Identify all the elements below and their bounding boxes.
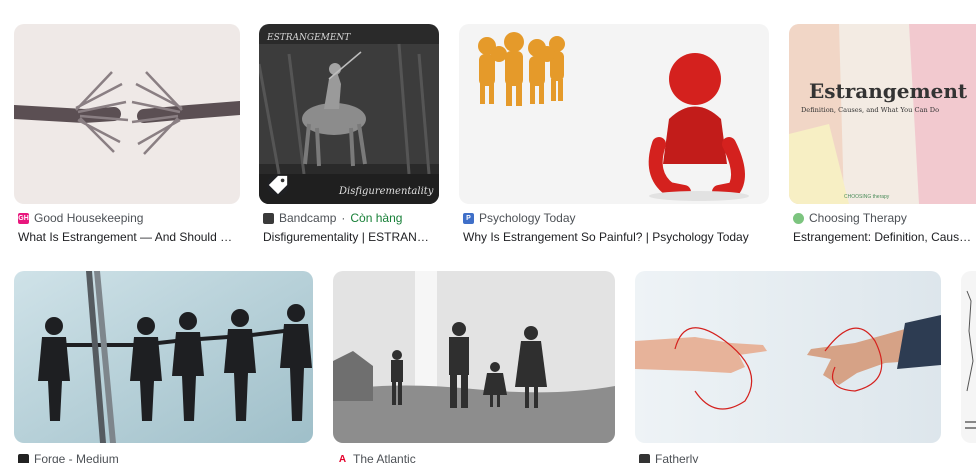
tag-icon[interactable]	[267, 174, 289, 196]
result-title[interactable]: What Is Estrangement — And Should …	[18, 230, 240, 244]
source-name: Bandcamp	[279, 211, 337, 225]
result-source: Bandcamp · Còn hàng	[263, 210, 439, 226]
image-subheading-text: Definition, Causes, and What You Can Do	[801, 106, 939, 114]
result-thumbnail[interactable]	[333, 271, 615, 443]
stock-status: Còn hàng	[350, 211, 403, 225]
the-atlantic-favicon-icon: A	[337, 453, 348, 463]
source-name: Good Housekeeping	[34, 211, 144, 225]
fatherly-favicon-icon	[639, 453, 650, 463]
result-source: Fatherly	[639, 451, 941, 463]
medium-favicon-icon	[18, 453, 29, 463]
psychology-today-favicon-icon: P	[463, 212, 474, 224]
result-source: Choosing Therapy	[793, 210, 976, 226]
source-name: Forge - Medium	[34, 452, 119, 463]
result-title[interactable]: Estrangement: Definition, Caus…	[793, 230, 976, 244]
album-caption-text: Disfigurementality	[338, 186, 434, 197]
result-thumbnail[interactable]: ESTRANGEMENT Disfigurementality	[259, 24, 439, 204]
result-source: GH Good Housekeeping	[18, 210, 240, 226]
source-name: Psychology Today	[479, 211, 576, 225]
album-heading-text: ESTRANGEMENT	[266, 33, 351, 43]
choosing-therapy-favicon-icon	[793, 212, 804, 224]
result-thumbnail[interactable]	[14, 271, 313, 443]
result-thumbnail[interactable]	[459, 24, 769, 204]
source-name: Choosing Therapy	[809, 211, 907, 225]
result-source: Forge - Medium	[18, 451, 313, 463]
result-thumbnail[interactable]: Estrangement Definition, Causes, and Wha…	[789, 24, 976, 204]
result-source: P Psychology Today	[463, 210, 769, 226]
result-title[interactable]: Why Is Estrangement So Painful? | Psycho…	[463, 230, 769, 244]
source-name: The Atlantic	[353, 452, 416, 463]
image-logo-text: CHOOSING therapy	[844, 194, 890, 200]
result-thumbnail[interactable]	[14, 24, 240, 204]
bandcamp-favicon-icon	[263, 212, 274, 224]
result-thumbnail[interactable]	[961, 271, 976, 443]
source-name: Fatherly	[655, 452, 699, 463]
good-housekeeping-favicon-icon: GH	[18, 212, 29, 224]
source-separator: ·	[341, 211, 346, 225]
result-thumbnail[interactable]	[635, 271, 941, 443]
result-title[interactable]: Disfigurementality | ESTRAN…	[263, 230, 439, 244]
result-source: A The Atlantic	[337, 451, 615, 463]
image-heading-text: Estrangement	[809, 79, 968, 103]
